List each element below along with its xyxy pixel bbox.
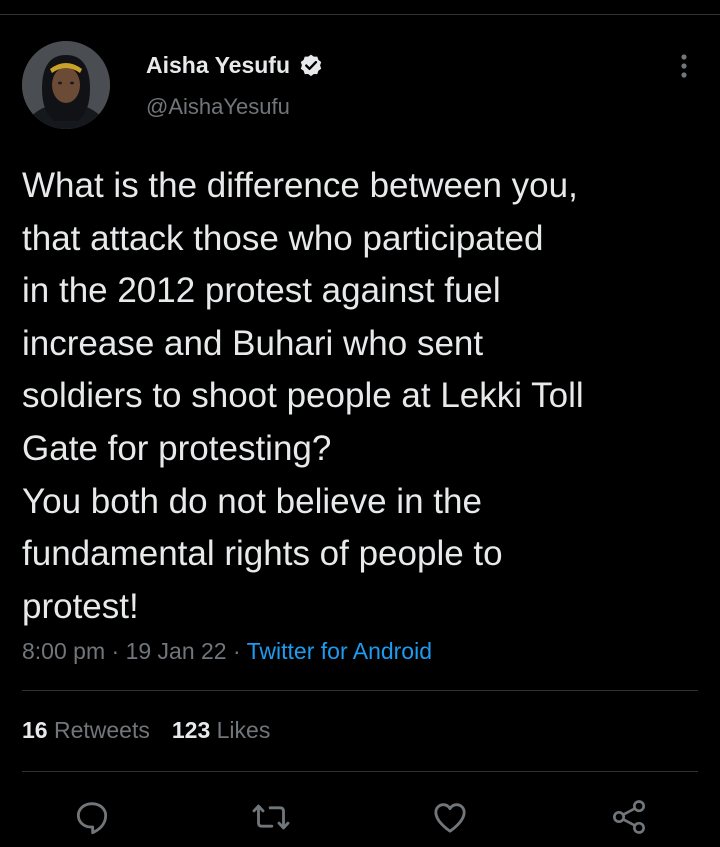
retweets-count: 16: [22, 717, 48, 743]
tweet-date: 19 Jan 22: [125, 638, 227, 664]
tweet-stats: 16 Retweets 123 Likes: [22, 717, 270, 744]
retweets-stat[interactable]: 16 Retweets: [22, 717, 150, 743]
author-handle[interactable]: @AishaYesufu: [146, 94, 290, 120]
tweet-source-link[interactable]: Twitter for Android: [247, 638, 432, 664]
divider: [22, 771, 698, 772]
avatar[interactable]: [22, 41, 110, 129]
more-options-icon[interactable]: [668, 50, 700, 82]
likes-stat[interactable]: 123 Likes: [172, 717, 270, 743]
likes-count: 123: [171, 717, 211, 743]
like-icon[interactable]: [430, 797, 470, 837]
meta-separator: ·: [111, 638, 120, 664]
tweet-text: What is the difference between you, that…: [22, 166, 584, 626]
avatar-image: [22, 41, 110, 129]
retweets-label: Retweets: [53, 717, 150, 743]
share-icon[interactable]: [609, 797, 649, 837]
divider: [22, 690, 698, 691]
verified-badge-icon: [298, 53, 324, 79]
retweet-icon[interactable]: [251, 797, 291, 837]
author-display-name: Aisha Yesufu: [146, 52, 291, 78]
meta-separator: ·: [232, 638, 241, 664]
tweet-meta: 8:00 pm · 19 Jan 22 · Twitter for Androi…: [22, 638, 432, 665]
likes-label: Likes: [216, 717, 271, 743]
reply-icon[interactable]: [72, 797, 112, 837]
top-divider: [0, 14, 720, 15]
tweet-time: 8:00 pm: [22, 638, 106, 664]
author-name[interactable]: Aisha Yesufu: [146, 52, 324, 79]
